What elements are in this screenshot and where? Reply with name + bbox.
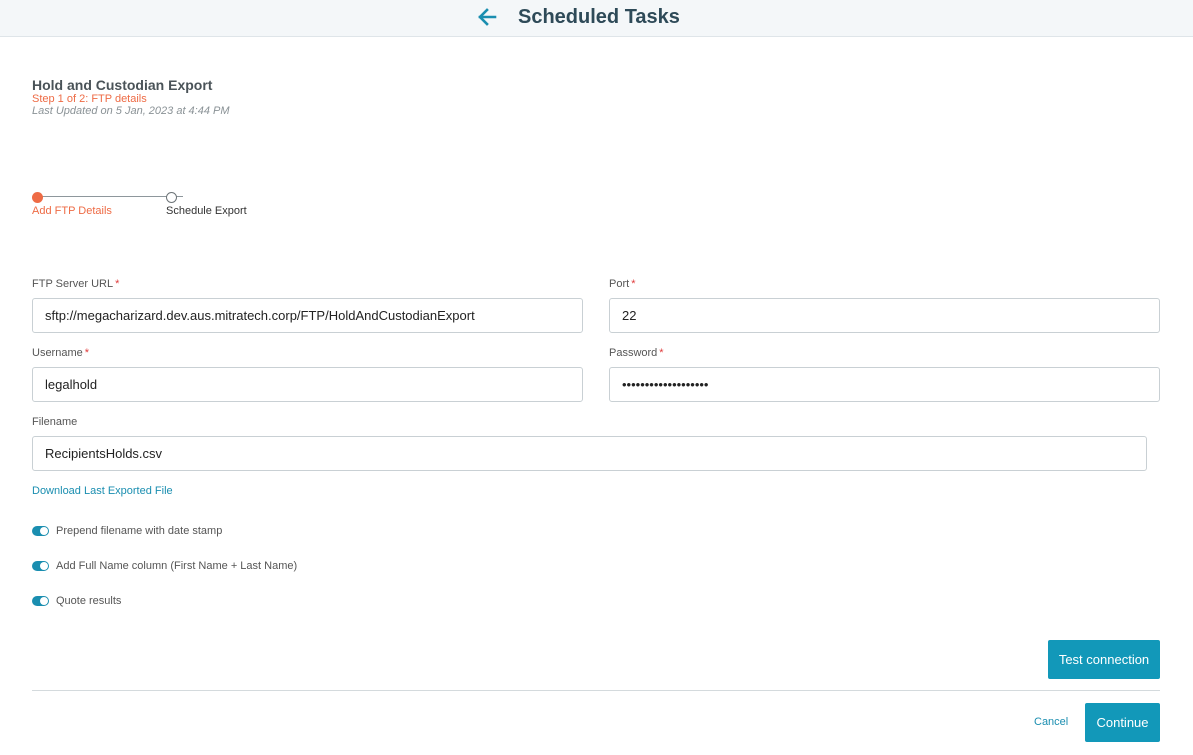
toggle-row-quote-results: Quote results [32, 594, 121, 608]
required-mark: * [115, 278, 120, 290]
page-title: Scheduled Tasks [518, 6, 680, 28]
toggle-date-stamp[interactable] [32, 526, 49, 536]
toggle-knob [40, 527, 48, 535]
username-input[interactable] [32, 367, 583, 402]
stepper-line [40, 196, 183, 197]
step-dot-active [32, 192, 43, 203]
password-label: Password * [609, 347, 664, 359]
filename-label: Filename [32, 416, 78, 428]
toggle-row-full-name: Add Full Name column (First Name + Last … [32, 559, 297, 573]
toggle-label: Prepend filename with date stamp [56, 525, 223, 537]
ftp-url-input[interactable] [32, 298, 583, 333]
ftp-url-label: FTP Server URL * [32, 278, 120, 290]
toggle-label: Add Full Name column (First Name + Last … [56, 560, 298, 572]
step-label-add-ftp: Add FTP Details [32, 205, 112, 217]
port-label: Port * [609, 278, 636, 290]
toggle-knob [40, 562, 48, 570]
step-label-schedule: Schedule Export [166, 205, 247, 217]
password-input[interactable] [609, 367, 1160, 402]
toggle-full-name[interactable] [32, 561, 49, 571]
port-input[interactable] [609, 298, 1160, 333]
step-dot-inactive [166, 192, 177, 203]
download-last-export-link[interactable]: Download Last Exported File [32, 485, 173, 497]
cancel-button[interactable]: Cancel [1034, 716, 1068, 728]
filename-input[interactable] [32, 436, 1147, 471]
continue-button[interactable]: Continue [1085, 703, 1160, 742]
toggle-quote-results[interactable] [32, 596, 49, 606]
top-bar: Scheduled Tasks [0, 0, 1193, 37]
username-label: Username * [32, 347, 90, 359]
toggle-label: Quote results [56, 595, 122, 607]
required-mark: * [84, 347, 90, 359]
step-indicator: Step 1 of 2: FTP details [32, 93, 147, 105]
toggle-knob [40, 597, 48, 605]
required-mark: * [631, 278, 636, 290]
test-connection-button[interactable]: Test connection [1048, 640, 1160, 679]
last-updated: Last Updated on 5 Jan, 2023 at 4:44 PM [32, 105, 230, 117]
task-title: Hold and Custodian Export [32, 77, 213, 93]
arrow-left-icon[interactable] [476, 6, 498, 28]
divider [32, 690, 1160, 691]
toggle-row-date-stamp: Prepend filename with date stamp [32, 524, 222, 538]
required-mark: * [659, 347, 664, 359]
